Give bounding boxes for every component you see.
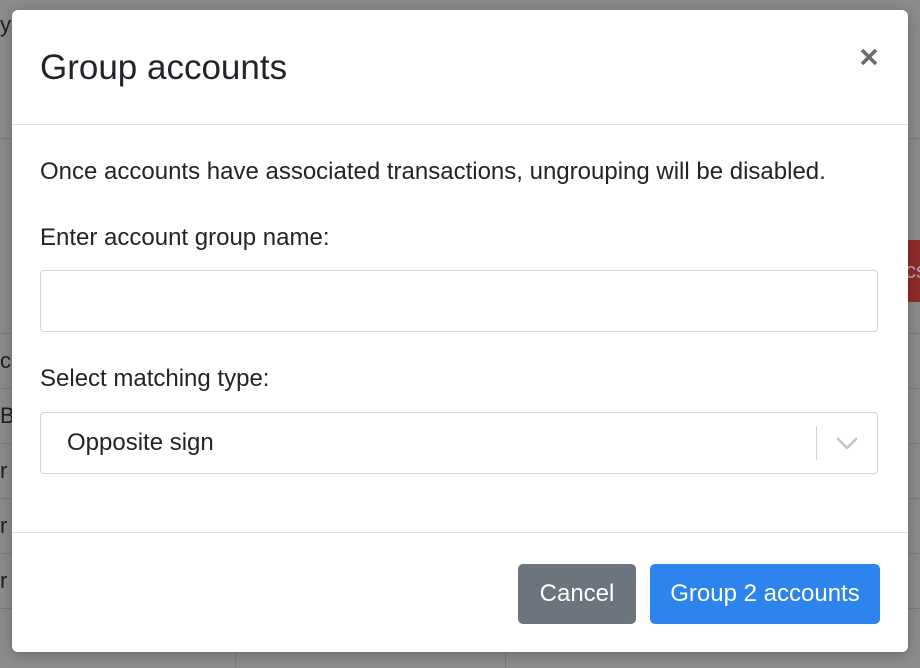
modal-title: Group accounts [40,48,288,87]
background-text: r [0,513,8,538]
matching-type-select[interactable]: Opposite sign [40,412,878,474]
select-separator [816,426,817,460]
matching-type-value: Opposite sign [67,429,214,456]
info-text: Once accounts have associated transactio… [40,158,826,185]
matching-type-label: Select matching type: [40,365,270,392]
cancel-button[interactable]: Cancel [518,564,636,624]
close-button[interactable] [856,42,882,72]
background-text: y [0,12,11,37]
background-text: r [0,568,8,593]
group-name-label: Enter account group name: [40,224,330,251]
group-name-input[interactable] [40,270,878,332]
group-accounts-button[interactable]: Group 2 accounts [650,564,880,624]
background-text: r [0,458,8,483]
modal-footer: Cancel Group 2 accounts [12,532,908,652]
modal-body: Once accounts have associated transactio… [12,125,908,531]
close-icon [856,42,882,72]
modal-header: Group accounts [12,10,908,125]
group-accounts-modal: Group accounts Once accounts have associ… [12,10,908,652]
chevron-down-icon[interactable] [835,433,859,453]
background-text: c [0,348,11,373]
